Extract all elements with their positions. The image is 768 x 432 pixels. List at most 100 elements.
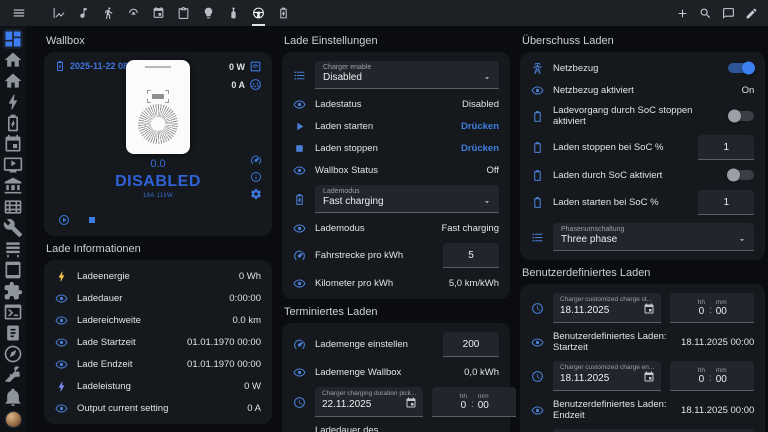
minute-input[interactable]: 00 <box>716 306 727 317</box>
hour-input[interactable]: 0 <box>460 400 467 411</box>
calendar-icon[interactable] <box>643 370 655 382</box>
user-avatar[interactable] <box>4 411 22 428</box>
hour-input[interactable]: 0 <box>698 374 705 385</box>
calendar-icon[interactable] <box>643 302 655 314</box>
sidebar-item-tablet[interactable] <box>3 260 23 280</box>
custom-end-time-picker[interactable]: hh 0 : mm 00 <box>670 361 755 391</box>
column-settings: Lade Einstellungen Charger enable Disabl… <box>282 28 517 432</box>
kilometer-row: Kilometer pro kWh 5,0 km/kWh <box>292 272 500 294</box>
meter-icon <box>249 60 262 73</box>
soc-start-input[interactable]: 1 <box>698 190 755 215</box>
soc-stop-toggle[interactable] <box>728 109 755 123</box>
top-app-bar <box>0 0 768 26</box>
sidebar-item-energy[interactable] <box>3 92 23 112</box>
tab-chart-icon[interactable] <box>52 0 65 26</box>
sidebar-item-dashboard[interactable] <box>3 29 23 49</box>
sidebar-item-developer[interactable] <box>3 365 23 385</box>
laden-starten-row: Laden starten Drücken <box>292 115 500 137</box>
laden-stoppen-row: Laden stoppen Drücken <box>292 137 500 159</box>
tab-gauge-icon[interactable] <box>127 0 140 26</box>
info-icon[interactable] <box>250 171 262 183</box>
custom-start-date-picker[interactable]: Charger customized charge st... 18.11.20… <box>553 293 662 323</box>
tab-music-icon[interactable] <box>77 0 90 26</box>
custom-card-title: Benutzerdefiniertes Laden <box>522 267 651 279</box>
info-row-ladedauer: Ladedauer 0:00:00 <box>54 287 262 309</box>
lademodus-select[interactable]: Lademodus Fast charging <box>315 185 499 213</box>
sidebar-item-media[interactable] <box>3 155 23 175</box>
duration-time-picker[interactable]: hh 0 : mm 00 <box>432 387 517 417</box>
netzbezug-toggle[interactable] <box>728 61 756 75</box>
sidebar-item-tools[interactable] <box>3 218 23 238</box>
sidebar-item-logbook[interactable] <box>3 323 23 343</box>
stop-charging-icon[interactable] <box>86 214 98 226</box>
start-charging-icon[interactable] <box>58 214 70 226</box>
calendar-icon[interactable] <box>405 396 417 408</box>
chevron-down-icon <box>482 194 492 204</box>
minute-input[interactable]: 00 <box>478 400 489 411</box>
sidebar-item-bank[interactable] <box>3 176 23 196</box>
soc-stop-input[interactable]: 1 <box>698 135 755 160</box>
surplus-card-title: Überschuss Laden <box>522 35 614 47</box>
sidebar-item-radiator[interactable] <box>3 239 23 259</box>
sidebar-item-terminal[interactable] <box>3 302 23 322</box>
tab-walk-icon[interactable] <box>102 0 115 26</box>
wallbox-device-image <box>126 60 190 154</box>
fahrstrecke-input[interactable]: 5 <box>443 243 499 268</box>
tab-bulb-icon[interactable] <box>202 0 215 26</box>
tab-calendar-icon[interactable] <box>152 0 165 26</box>
search-icon[interactable] <box>699 7 712 20</box>
add-icon[interactable] <box>676 7 689 20</box>
custom-end-picker-row: Charger customized charge en... 18.11.20… <box>530 357 755 395</box>
charger-enable-select[interactable]: Charger enable Disabled <box>315 61 499 89</box>
speedometer-icon[interactable] <box>250 154 262 166</box>
sidebar-item-home-1[interactable] <box>3 50 23 70</box>
ev-station-icon <box>293 193 306 206</box>
chevron-down-icon <box>482 70 492 80</box>
wallbox-substate: 16A 11kW <box>142 193 174 199</box>
clock-icon <box>293 396 306 409</box>
chevron-down-icon <box>737 232 747 242</box>
netzbezug-aktiviert-row: Netzbezug aktiviert On <box>530 79 755 101</box>
sidebar-item-battery[interactable] <box>3 113 23 133</box>
wallbox-current: 0 A <box>231 78 262 91</box>
list-icon <box>293 69 306 82</box>
settings-gear-icon[interactable] <box>250 188 262 200</box>
charger-enable-row: Charger enable Disabled <box>292 57 500 93</box>
settings-card-title: Lade Einstellungen <box>284 35 378 47</box>
info-row-ladeleistung: Ladeleistung 0 W <box>54 375 262 397</box>
sidebar-item-media-browser[interactable] <box>3 344 23 364</box>
tab-clipboard-icon[interactable] <box>177 0 190 26</box>
scheduled-card: Lademenge einstellen 200 Lademenge Wallb… <box>282 323 517 432</box>
lademenge-input[interactable]: 200 <box>443 332 499 357</box>
custom-start-time-picker[interactable]: hh 0 : mm 00 <box>670 293 755 323</box>
lademodus-row: Lademodus Fast charging <box>292 217 500 239</box>
soc-start-toggle[interactable] <box>727 168 755 182</box>
info-row-output-current: Output current setting 0 A <box>54 397 262 419</box>
surplus-card: Netzbezug Netzbezug aktiviert On Ladevor… <box>520 52 766 260</box>
info-card: Ladeenergie 0 Wh Ladedauer 0:00:00 Lader… <box>44 260 272 424</box>
duration-date-picker[interactable]: Charger charging duration pick... 22.11.… <box>315 387 424 417</box>
notifications-bell-icon[interactable] <box>3 387 23 407</box>
tab-steering-wheel-icon[interactable] <box>252 0 265 26</box>
battery-icon <box>531 110 544 123</box>
minute-input[interactable]: 00 <box>716 374 727 385</box>
hour-input[interactable]: 0 <box>698 306 705 317</box>
sidebar-item-home-2[interactable] <box>3 71 23 91</box>
press-button[interactable]: Drücken <box>461 121 499 132</box>
speedometer-slow-icon <box>293 338 306 351</box>
sidebar-item-film[interactable] <box>3 197 23 217</box>
eye-icon <box>55 314 68 327</box>
menu-icon[interactable] <box>12 6 26 20</box>
phase-select[interactable]: Phasenumschaltung Three phase <box>553 223 755 251</box>
sidebar-item-calendar[interactable] <box>3 134 23 154</box>
sidebar-item-addons[interactable] <box>3 281 23 301</box>
press-button[interactable]: Drücken <box>461 143 499 154</box>
custom-end-date-picker[interactable]: Charger customized charge en... 18.11.20… <box>553 361 662 391</box>
info-row-endzeit: Lade Endzeit 01.01.1970 00:00 <box>54 353 262 375</box>
eye-icon <box>293 222 306 235</box>
edit-dashboard-icon[interactable] <box>745 7 758 20</box>
tab-bottle-icon[interactable] <box>227 0 240 26</box>
tab-ev-charger-icon[interactable] <box>277 0 290 26</box>
device-brand-mark <box>145 66 171 68</box>
assist-chat-icon[interactable] <box>722 7 735 20</box>
